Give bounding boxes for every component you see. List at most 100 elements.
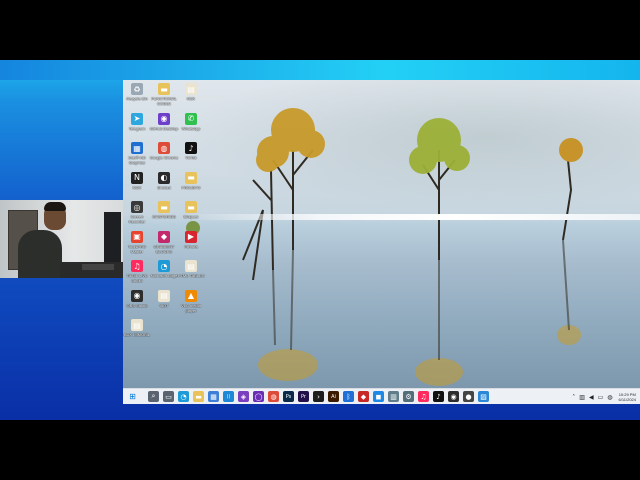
tiktok-live-icon: ♫ (131, 260, 143, 272)
clock-date: 6/11/2024 (618, 397, 637, 402)
screen-recorder-icon: ◎ (131, 201, 143, 213)
desktop-icon-label: VIDT (159, 302, 169, 308)
desktop-icon-edge[interactable]: ◔ Microsoft Edge (150, 260, 178, 278)
desktop-icon-tiktok-live[interactable]: ♫ TikTok LIVE Studio (123, 260, 151, 283)
bluetooth-icon[interactable]: ᛒ (343, 391, 354, 402)
app-icon[interactable]: ▥ (388, 391, 399, 402)
desktop-icon-label: PROJETO (181, 184, 201, 190)
desktop-icon-label: Telegram (128, 125, 146, 131)
desktop-icon-mastervids[interactable]: ▬ MASTERIDS (150, 201, 178, 219)
webcam-overlay (0, 200, 123, 278)
desktop-icon-nox[interactable]: N NOX (123, 171, 151, 190)
edge-icon: ◔ (158, 260, 170, 272)
clock[interactable]: 10:29 PM 6/11/2024 (619, 392, 637, 402)
recorder-icon[interactable]: ● (463, 391, 474, 402)
app-icon[interactable]: ◼ (373, 391, 384, 402)
desktop-icon-label: TikTok (185, 155, 197, 160)
app-icon[interactable]: ◆ (358, 391, 369, 402)
desktop-icon-projeto[interactable]: ▬ PROJETO (177, 171, 205, 190)
folder-icon: ▬ (185, 171, 197, 184)
desktop-icon-github[interactable]: ◉ GitHub Desktop (150, 112, 178, 131)
tiktok-icon: ♪ (185, 142, 197, 154)
desktop-icon-label: MASTERIDS (152, 214, 176, 219)
desktop-icon-label: Filmora (184, 243, 198, 249)
stream-header-band (0, 60, 640, 80)
file-explorer-icon[interactable]: ▬ (193, 391, 204, 402)
settings-icon[interactable]: ⚙ (403, 391, 414, 402)
speaker-icon[interactable]: ◀ (589, 394, 594, 401)
shotcut-icon: ◐ (158, 171, 170, 184)
desktop-icon-whatsapp[interactable]: ✆ WhatsApp (177, 112, 205, 131)
recycle-bin-icon: ♻ (131, 83, 143, 95)
network-icon[interactable]: ▥ (579, 394, 585, 401)
premiere-icon[interactable]: Pr (298, 391, 309, 402)
desktop-icon-obs-studio[interactable]: ◉ OBS Studio (123, 289, 151, 308)
document-icon: ▤ (131, 319, 143, 331)
taskbar-apps: ⌕ ▭ ◔ ▬ ▦ ⟨⟩ ◈ ◯ ◍ Ps Pr › Ai ᛒ ◆ ◼ ▥ ⚙ ♫ ♪ ◉ ● ▨ (146, 391, 491, 402)
webcam-monitor (104, 212, 121, 262)
desktop-icon-label: Google Chrome (149, 155, 179, 160)
desktop-icon-html[interactable]: ▤ HTML TABLES (177, 260, 205, 278)
illustrator-icon[interactable]: Ai (328, 391, 339, 402)
desktop-icon-label: WhatsApp (181, 125, 201, 131)
vscode-icon[interactable]: ⟨⟩ (223, 391, 234, 402)
desktop-icon-vidt[interactable]: ▤ VIDT (150, 289, 178, 308)
photos-icon[interactable]: ▨ (478, 391, 489, 402)
battery-icon[interactable]: ▭ (598, 394, 604, 401)
intel-graphics-icon: ▦ (131, 142, 143, 154)
chevron-up-icon[interactable]: ˄ (572, 394, 575, 401)
system-tray: ˄ ▥ ◀ ▭ ◍ 10:29 PM 6/11/2024 (570, 390, 636, 404)
webcam-person (18, 230, 62, 278)
desktop-icon-recycle-bin[interactable]: ♻ Recycle Bin (123, 83, 151, 101)
language-icon[interactable]: ◍ (607, 394, 612, 401)
circle-app-icon[interactable]: ◯ (253, 391, 264, 402)
obs-icon[interactable]: ◉ (448, 391, 459, 402)
desktop-icon-tiktok[interactable]: ♪ TikTok (177, 142, 205, 160)
desktop-icon-nsk[interactable]: ▤ NSK (177, 83, 205, 101)
windows-start-icon[interactable]: ⊞ (127, 391, 138, 402)
edge-icon[interactable]: ◔ (178, 391, 189, 402)
obs-icon: ◉ (131, 289, 143, 302)
nox-icon: N (131, 171, 143, 184)
desktop-icon-label: Intel® HD Graphics (128, 155, 146, 165)
desktop-icon-obs[interactable]: ◐ Shotcut (150, 171, 178, 190)
desktop-icon-filmora[interactable]: ▶ Filmora (177, 230, 205, 249)
github-desktop-icon: ◉ (158, 112, 170, 125)
tray-icons: ˄ ▥ ◀ ▭ ◍ (570, 394, 614, 401)
photoshop-icon[interactable]: Ps (283, 391, 294, 402)
search-icon[interactable]: ⌕ (148, 391, 159, 402)
desktop-icon-label: FUNCTIONAL CODE2 (151, 96, 177, 106)
horizon-line (183, 214, 640, 220)
terminal-icon[interactable]: › (313, 391, 324, 402)
desktop-icon-gradient[interactable]: ◆ GRADIENT BLOCKS (150, 230, 178, 254)
chrome-icon: ◍ (158, 142, 170, 154)
filmora-icon: ▶ (185, 230, 197, 243)
desktop-icon-telegram[interactable]: ➤ Telegram (123, 112, 151, 131)
desktop-icon-vlc[interactable]: ▲ VLC media player (177, 289, 205, 313)
desktop-icon-label: Shotcut (157, 184, 171, 190)
desktop-icon-label: VLC media player (181, 302, 201, 313)
app-icon[interactable]: ◈ (238, 391, 249, 402)
desktop-icon-fpdf[interactable]: ▬ FUNCTIONAL CODE2 (150, 83, 178, 106)
chrome-icon[interactable]: ◍ (268, 391, 279, 402)
store-icon[interactable]: ▦ (208, 391, 219, 402)
desktop[interactable]: ♻ Recycle Bin ▬ FUNCTIONAL CODE2 ▤ NSK ➤ Telegr… (123, 80, 640, 388)
tiktok-icon[interactable]: ♪ (433, 391, 444, 402)
toolspro-icon: ▣ (131, 230, 143, 243)
folder-icon: ▬ (158, 201, 170, 213)
desktop-icon-camera[interactable]: ◎ Screen Recorder (123, 201, 151, 224)
document-icon: ▤ (185, 260, 197, 272)
desktop-icon-bdx[interactable]: ▤ BDX IMMOBIL (123, 319, 151, 337)
folder-icon: ▬ (185, 201, 197, 213)
telegram-icon: ➤ (131, 112, 143, 125)
desktop-icon-label: OBS Studio (126, 302, 148, 308)
desktop-icon-chrome[interactable]: ◍ Google Chrome (150, 142, 178, 160)
desktop-icon-toolspro[interactable]: ▣ ToolsPRO Master (123, 230, 151, 254)
folder-icon: ▬ (158, 83, 170, 95)
tiktok-live-icon[interactable]: ♫ (418, 391, 429, 402)
desktop-icon-label: Bloques (183, 214, 199, 219)
desktop-icon-bloques[interactable]: ▬ Bloques (177, 201, 205, 219)
desktop-icon-intel[interactable]: ▦ Intel® HD Graphics (123, 142, 151, 165)
task-view-icon[interactable]: ▭ (163, 391, 174, 402)
stream-frame: ♻ Recycle Bin ▬ FUNCTIONAL CODE2 ▤ NSK ➤ Telegr… (0, 0, 640, 480)
